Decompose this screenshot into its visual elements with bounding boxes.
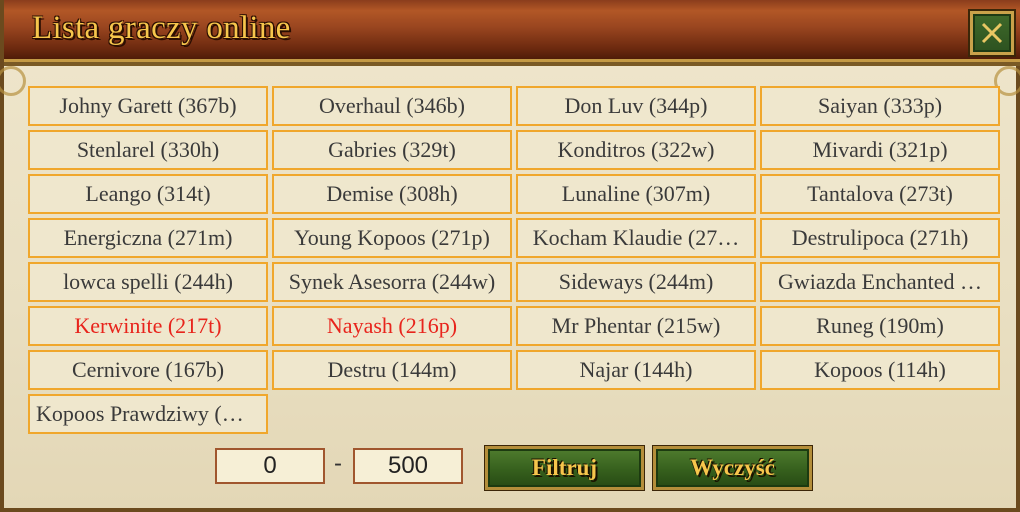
player-cell[interactable]: Gabries (329t)	[272, 130, 512, 170]
player-cell[interactable]: Mivardi (321p)	[760, 130, 1000, 170]
player-name: Mivardi (321p)	[812, 137, 948, 162]
player-cell[interactable]: Destrulipoca (271h)	[760, 218, 1000, 258]
player-cell[interactable]: Kocham Klaudie (27…	[516, 218, 756, 258]
player-name: Demise (308h)	[326, 181, 458, 206]
player-cell[interactable]: Kopoos Prawdziwy (…	[28, 394, 268, 434]
player-name: Johny Garett (367b)	[59, 93, 237, 118]
player-cell[interactable]: Don Luv (344p)	[516, 86, 756, 126]
player-name: Mr Phentar (215w)	[551, 313, 721, 338]
player-cell[interactable]: Energiczna (271m)	[28, 218, 268, 258]
player-name: Kerwinite (217t)	[74, 313, 222, 338]
player-cell[interactable]: Demise (308h)	[272, 174, 512, 214]
player-name: Stenlarel (330h)	[76, 137, 220, 162]
player-name: Kocham Klaudie (27…	[532, 225, 740, 250]
player-name: Leango (314t)	[85, 181, 211, 206]
player-name: Gwiazda Enchanted …	[777, 269, 983, 294]
player-name: Kopoos Prawdziwy (…	[36, 401, 244, 426]
player-name: Nayash (216p)	[326, 313, 458, 338]
player-name: Don Luv (344p)	[564, 93, 708, 118]
player-cell[interactable]: Najar (144h)	[516, 350, 756, 390]
player-name: Gabries (329t)	[328, 137, 456, 162]
close-button[interactable]	[970, 11, 1014, 55]
player-name: Saiyan (333p)	[817, 93, 943, 118]
player-cell[interactable]: Tantalova (273t)	[760, 174, 1000, 214]
player-name: Energiczna (271m)	[63, 225, 233, 250]
player-cell[interactable]: Cernivore (167b)	[28, 350, 268, 390]
player-name: Synek Asesorra (244w)	[288, 269, 496, 294]
player-cell[interactable]: Lunaline (307m)	[516, 174, 756, 214]
player-grid: Johny Garett (367b) Overhaul (346b) Don Lu…	[28, 86, 1000, 434]
player-cell[interactable]: Mr Phentar (215w)	[516, 306, 756, 346]
player-cell[interactable]: Sideways (244m)	[516, 262, 756, 302]
level-filter-row: - Filtruj Wyczyść	[4, 446, 1020, 490]
player-cell[interactable]: Kerwinite (217t)	[28, 306, 268, 346]
level-max-input[interactable]	[353, 448, 463, 484]
player-cell[interactable]: Nayash (216p)	[272, 306, 512, 346]
player-cell[interactable]: Leango (314t)	[28, 174, 268, 214]
player-cell[interactable]: Stenlarel (330h)	[28, 130, 268, 170]
window-title: Lista graczy online	[32, 10, 291, 46]
player-name: lowca spelli (244h)	[63, 269, 233, 294]
player-cell[interactable]: Synek Asesorra (244w)	[272, 262, 512, 302]
player-cell[interactable]: Destru (144m)	[272, 350, 512, 390]
level-min-input[interactable]	[215, 448, 325, 484]
player-cell[interactable]: Konditros (322w)	[516, 130, 756, 170]
player-cell[interactable]: Overhaul (346b)	[272, 86, 512, 126]
player-name: Kopoos (114h)	[814, 357, 946, 382]
player-name: Najar (144h)	[579, 357, 693, 382]
title-bar: Lista graczy online	[4, 0, 1020, 66]
clear-button-label: Wyczyść	[690, 455, 775, 480]
online-players-window: Lista graczy online Johny Garett (367b) O…	[0, 0, 1020, 512]
player-name: Sideways (244m)	[558, 269, 714, 294]
player-cell[interactable]: lowca spelli (244h)	[28, 262, 268, 302]
player-cell[interactable]: Young Kopoos (271p)	[272, 218, 512, 258]
player-name: Runeg (190m)	[816, 313, 944, 338]
player-cell[interactable]: Kopoos (114h)	[760, 350, 1000, 390]
filter-button[interactable]: Filtruj	[485, 446, 644, 490]
filter-button-label: Filtruj	[531, 455, 598, 480]
player-name: Tantalova (273t)	[807, 181, 953, 206]
player-cell[interactable]: Gwiazda Enchanted …	[760, 262, 1000, 302]
close-x-icon	[981, 22, 1003, 44]
player-cell[interactable]: Saiyan (333p)	[760, 86, 1000, 126]
corner-ornament-left	[0, 66, 26, 96]
range-separator: -	[334, 450, 342, 477]
player-cell[interactable]: Johny Garett (367b)	[28, 86, 268, 126]
player-name: Konditros (322w)	[557, 137, 715, 162]
player-name: Destrulipoca (271h)	[791, 225, 969, 250]
player-cell[interactable]: Runeg (190m)	[760, 306, 1000, 346]
player-name: Overhaul (346b)	[318, 93, 465, 118]
player-name: Destru (144m)	[327, 357, 457, 382]
player-name: Young Kopoos (271p)	[294, 225, 490, 250]
player-name: Lunaline (307m)	[561, 181, 711, 206]
clear-button[interactable]: Wyczyść	[653, 446, 812, 490]
player-name: Cernivore (167b)	[71, 357, 225, 382]
